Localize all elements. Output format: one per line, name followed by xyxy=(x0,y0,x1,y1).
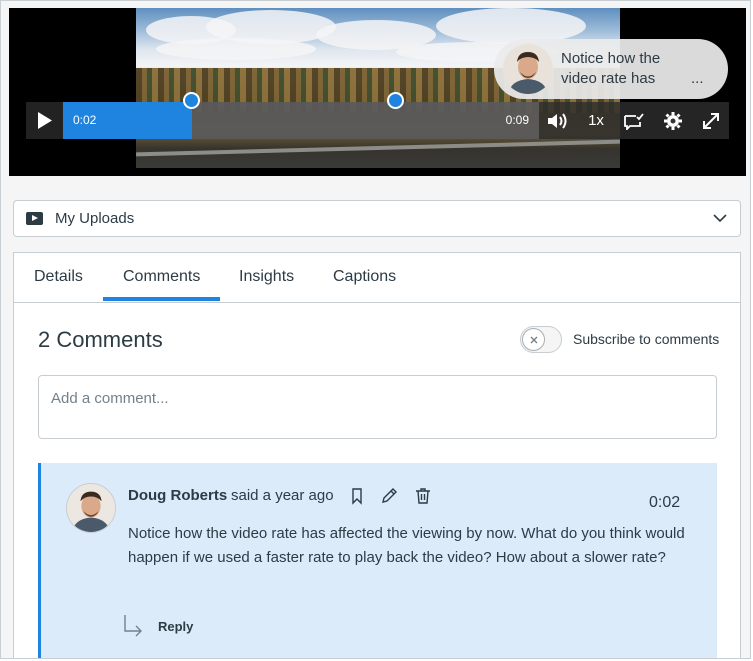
edit-button[interactable] xyxy=(380,487,398,505)
captions-icon xyxy=(624,112,644,130)
fullscreen-button[interactable] xyxy=(693,102,729,139)
comments-count: 2 Comments xyxy=(38,327,163,352)
tab-bar: Details Comments Insights Captions xyxy=(14,253,740,303)
comment-timestamp[interactable]: 0:02 xyxy=(649,494,680,512)
comment-text: Notice how the video rate has affected t… xyxy=(128,525,685,566)
tab-captions[interactable]: Captions xyxy=(333,268,396,286)
annotation-bubble[interactable]: Notice how the video rate has ... xyxy=(494,39,728,99)
speed-button[interactable]: 1x xyxy=(578,102,614,139)
play-button[interactable] xyxy=(26,102,62,139)
bookmark-button[interactable] xyxy=(348,487,366,505)
expand-icon xyxy=(703,112,719,129)
delete-button[interactable] xyxy=(414,487,432,505)
volume-icon xyxy=(548,112,567,129)
annotation-text: Notice how the video rate has xyxy=(561,50,661,87)
comment-marker[interactable] xyxy=(387,92,405,109)
video-player[interactable]: Notice how the video rate has ... 0:02 0… xyxy=(9,8,746,176)
subscribe-label: Subscribe to comments xyxy=(573,331,720,347)
bookmark-icon xyxy=(352,488,362,505)
pencil-icon xyxy=(382,488,397,503)
video-controls: 0:02 0:09 1x xyxy=(26,92,729,139)
volume-button[interactable] xyxy=(539,102,575,139)
subscribe-toggle[interactable] xyxy=(520,326,562,353)
gear-icon xyxy=(664,111,682,130)
toggle-knob xyxy=(522,328,545,351)
avatar xyxy=(66,483,116,533)
tab-comments[interactable]: Comments xyxy=(123,268,200,286)
active-tab-indicator xyxy=(103,297,220,301)
comment-meta: said a year ago xyxy=(231,487,334,504)
comment-item: Doug Roberts said a year ago 0:02 Notice… xyxy=(38,463,717,658)
close-icon xyxy=(530,336,537,343)
my-uploads-dropdown[interactable]: My Uploads xyxy=(13,200,741,237)
reply-label: Reply xyxy=(158,619,194,634)
video-player-icon xyxy=(26,212,43,225)
app-frame: Notice how the video rate has ... 0:02 0… xyxy=(0,0,751,659)
comment-author[interactable]: Doug Roberts xyxy=(128,487,227,504)
comment-marker[interactable] xyxy=(182,92,200,109)
media-panel: Details Comments Insights Captions 2 Com… xyxy=(13,252,741,658)
tab-details[interactable]: Details xyxy=(34,268,83,286)
annotation-avatar xyxy=(503,44,553,94)
reply-arrow-icon xyxy=(124,615,142,637)
play-icon xyxy=(38,112,52,129)
captions-button[interactable] xyxy=(616,102,652,139)
current-time: 0:02 xyxy=(73,113,97,127)
chevron-down-icon xyxy=(713,214,727,223)
annotation-ellipsis: ... xyxy=(691,70,704,87)
duration: 0:09 xyxy=(505,113,529,127)
my-uploads-label: My Uploads xyxy=(55,210,135,227)
settings-button[interactable] xyxy=(655,102,691,139)
tab-insights[interactable]: Insights xyxy=(239,268,294,286)
trash-icon xyxy=(416,488,430,504)
add-comment-input[interactable] xyxy=(38,375,717,439)
progress-bar[interactable]: 0:02 0:09 xyxy=(63,92,539,139)
